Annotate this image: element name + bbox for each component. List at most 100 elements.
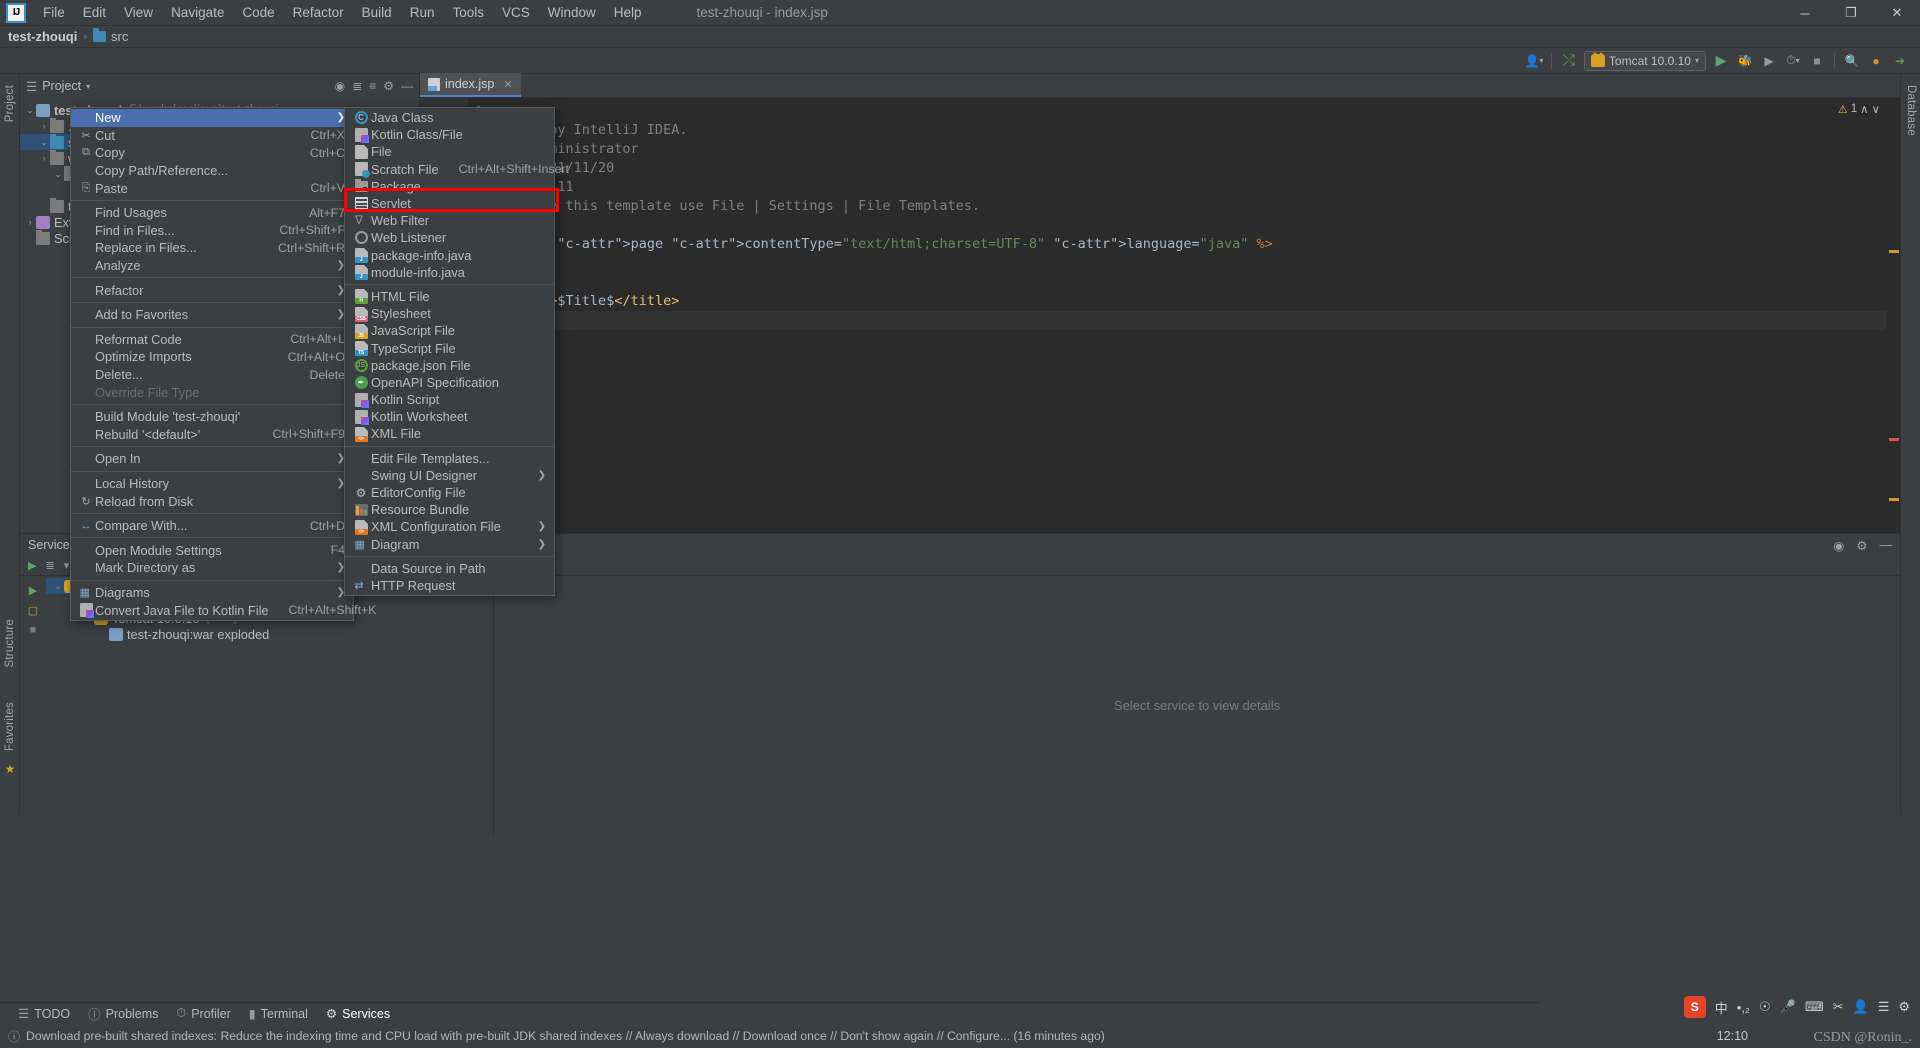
new-submenu-item-package-info-java[interactable]: Jpackage-info.java (345, 247, 554, 264)
tool-tab-structure[interactable]: Structure (1, 612, 19, 674)
status-bar-message[interactable]: Download pre-built shared indexes: Reduc… (26, 1029, 1105, 1043)
context-menu-item-find-in-files[interactable]: Find in Files... Ctrl+Shift+F (71, 222, 353, 240)
menu-tools[interactable]: Tools (443, 2, 493, 23)
menu-navigate[interactable]: Navigate (162, 2, 233, 23)
new-submenu-item-edit-file-templates[interactable]: Edit File Templates... (345, 450, 554, 467)
new-submenu-item-servlet[interactable]: Servlet (345, 195, 554, 212)
new-submenu-item-module-info-java[interactable]: Jmodule-info.java (345, 264, 554, 281)
new-submenu-item-java-class[interactable]: C Java Class (345, 109, 554, 126)
update-icon[interactable]: ➔ (1889, 51, 1911, 71)
twisty-icon[interactable]: ⌄ (52, 169, 64, 180)
context-menu-item-copy[interactable]: ⧉ Copy Ctrl+C (71, 144, 353, 162)
new-submenu-item-openapi-specification[interactable]: ✒ OpenAPI Specification (345, 374, 554, 391)
breadcrumb-src[interactable]: src (111, 29, 128, 44)
ime-settings-icon[interactable]: ⚙ (1898, 999, 1910, 1015)
context-menu-item-open-in[interactable]: Open In ❯ (71, 450, 353, 468)
ime-menu-icon[interactable]: ☰ (1878, 999, 1890, 1015)
new-submenu-item-package[interactable]: Package (345, 178, 554, 195)
new-submenu-item-javascript-file[interactable]: JS JavaScript File (345, 322, 554, 339)
profile-button[interactable]: ⏱ ▾ (1782, 51, 1804, 71)
menu-help[interactable]: Help (605, 2, 651, 23)
settings-gear-icon[interactable]: ⚙ (1856, 538, 1867, 553)
minimize-button[interactable]: ─ (1782, 0, 1828, 26)
ime-language-icon[interactable]: 中 (1715, 998, 1728, 1017)
menu-window[interactable]: Window (539, 2, 605, 23)
run-service-icon[interactable]: ▶ (28, 559, 36, 572)
context-menu-item-paste[interactable]: ⎘ Paste Ctrl+V (71, 179, 353, 197)
context-menu-item-build-module-test-zhouqi[interactable]: Build Module 'test-zhouqi' (71, 408, 353, 426)
ime-mode-icon[interactable]: ☉ (1759, 999, 1771, 1015)
tool-tab-project[interactable]: Project (1, 78, 19, 129)
new-submenu-item-web-listener[interactable]: Web Listener (345, 229, 554, 246)
run-icon[interactable]: ▶ (20, 580, 46, 600)
maximize-button[interactable]: ❐ (1828, 0, 1874, 26)
context-menu-item-diagrams[interactable]: ▦ Diagrams ❯ (71, 584, 353, 602)
menu-view[interactable]: View (115, 2, 162, 23)
menu-edit[interactable]: Edit (74, 2, 115, 23)
tool-tab-profiler[interactable]: ⏱ Profiler (176, 1006, 230, 1021)
tool-tab-terminal[interactable]: ▮ Terminal (249, 1006, 308, 1022)
menu-file[interactable]: File (34, 2, 74, 23)
context-menu-item-delete[interactable]: Delete... Delete (71, 366, 353, 384)
new-submenu-item-xml-file[interactable]: <> XML File (345, 425, 554, 442)
new-submenu-item-typescript-file[interactable]: TS TypeScript File (345, 339, 554, 357)
new-submenu-item-stylesheet[interactable]: CSS Stylesheet (345, 305, 554, 322)
collapse-all-icon[interactable]: ≡ (369, 79, 376, 93)
tool-tab-favorites[interactable]: Favorites (1, 695, 19, 758)
new-submenu-item-file[interactable]: File (345, 143, 554, 160)
new-submenu-item-diagram[interactable]: ▦ Diagram ❯ (345, 536, 554, 553)
menu-run[interactable]: Run (401, 2, 444, 23)
twisty-icon[interactable]: ⌄ (52, 581, 64, 592)
tool-tab-database[interactable]: Database (1902, 78, 1920, 143)
tool-tab-problems[interactable]: ⓘ Problems (88, 1004, 158, 1023)
editor-tab-index-jsp[interactable]: index.jsp ✕ (420, 73, 521, 97)
settings-gear-icon[interactable]: ⚙ (383, 79, 394, 93)
twisty-icon[interactable]: ⌄ (38, 137, 50, 148)
menu-refactor[interactable]: Refactor (284, 2, 353, 23)
context-menu-item-reload-from-disk[interactable]: ↻ Reload from Disk (71, 492, 353, 510)
context-menu-item-new[interactable]: New ❯ (71, 109, 353, 127)
new-submenu-item-scratch-file[interactable]: Scratch File Ctrl+Alt+Shift+Insert (345, 161, 569, 179)
chevron-down-icon[interactable]: ▾ (86, 82, 90, 91)
next-problem-icon[interactable]: ∨ (1872, 102, 1880, 116)
hide-panel-icon[interactable]: — (401, 79, 413, 93)
close-tab-icon[interactable]: ✕ (503, 78, 512, 91)
context-menu-item-cut[interactable]: ✂ Cut Ctrl+X (71, 127, 353, 145)
context-menu-item-local-history[interactable]: Local History ❯ (71, 475, 353, 493)
tool-tab-todo[interactable]: ☰ TODO (18, 1006, 70, 1022)
twisty-icon[interactable]: › (24, 217, 36, 227)
stop-button[interactable]: ■ (1806, 51, 1828, 71)
twisty-icon[interactable]: › (38, 121, 50, 131)
inspection-widget[interactable]: ⚠ 1 ∧ ∨ (1832, 98, 1886, 120)
new-submenu-item-xml-configuration-file[interactable]: <> XML Configuration File ❯ (345, 518, 554, 535)
user-icon[interactable]: 👤 ▾ (1523, 51, 1545, 71)
menu-code[interactable]: Code (233, 2, 283, 23)
ime-user-icon[interactable]: 👤 (1853, 999, 1869, 1015)
new-submenu-item-http-request[interactable]: ⇄ HTTP Request (345, 577, 554, 594)
context-menu-item-mark-directory-as[interactable]: Mark Directory as ❯ (71, 559, 353, 577)
ime-keyboard-icon[interactable]: ⌨ (1805, 999, 1824, 1015)
deploy-icon[interactable]: ▢ (20, 600, 46, 620)
avatar-icon[interactable]: ● (1865, 51, 1887, 71)
expand-all-icon[interactable]: ≣ (352, 79, 362, 93)
ime-punctuation-icon[interactable]: •,₂ (1737, 1000, 1750, 1015)
twisty-icon[interactable]: ⌄ (24, 105, 36, 116)
code-editor[interactable]: 1234567891011121314151617 <%-- Created b… (420, 98, 1900, 533)
breadcrumb-project[interactable]: test-zhouqi (8, 29, 77, 44)
twisty-icon[interactable]: › (38, 153, 50, 163)
context-menu-item-rebuild-default[interactable]: Rebuild '<default>' Ctrl+Shift+F9 (71, 426, 353, 444)
context-menu-item-compare-with[interactable]: ↔ Compare With... Ctrl+D (71, 517, 353, 535)
services-tree-row[interactable]: test-zhouqi:war exploded (46, 626, 493, 642)
context-menu-item-find-usages[interactable]: Find Usages Alt+F7 (71, 204, 353, 222)
new-submenu-item-web-filter[interactable]: ∇ Web Filter (345, 212, 554, 229)
ime-voice-icon[interactable]: 🎤 (1780, 999, 1796, 1015)
context-menu-item-optimize-imports[interactable]: Optimize Imports Ctrl+Alt+O (71, 348, 353, 366)
filter-icon[interactable]: ▾ (64, 559, 70, 572)
context-menu-item-analyze[interactable]: Analyze ❯ (71, 257, 353, 275)
run-button[interactable]: ▶ (1710, 51, 1732, 71)
search-everywhere-icon[interactable]: 🔍 (1841, 51, 1863, 71)
new-submenu-item-swing-ui-designer[interactable]: Swing UI Designer ❯ (345, 467, 554, 484)
code-content[interactable]: <%-- Created by IntelliJ IDEA. User: Adm… (468, 98, 1900, 406)
new-submenu-item-editorconfig-file[interactable]: ⚙ EditorConfig File (345, 484, 554, 501)
help-icon[interactable]: ◉ (1833, 538, 1844, 553)
